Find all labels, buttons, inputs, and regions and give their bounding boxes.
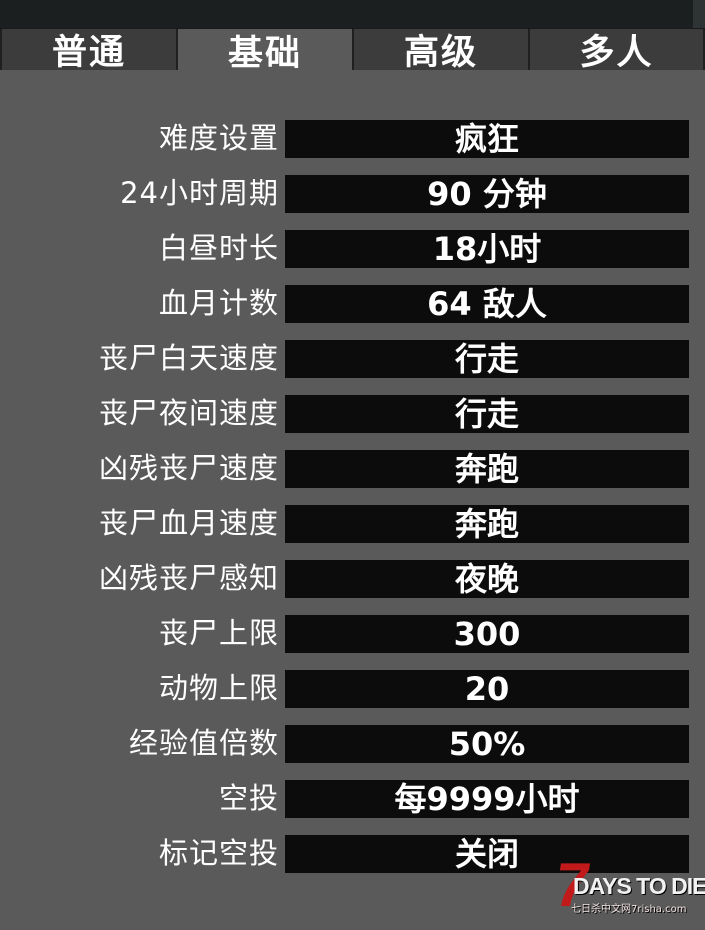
setting-value-selector[interactable]: 奔跑 (285, 505, 689, 543)
setting-row-feral-zombie-speed: 凶残丧尸速度 奔跑 (0, 448, 705, 488)
setting-row-zombie-day-speed: 丧尸白天速度 行走 (0, 338, 705, 378)
setting-row-max-animals: 动物上限 20 (0, 668, 705, 708)
setting-value-selector[interactable]: 50% (285, 725, 689, 763)
setting-row-blood-moon-speed: 丧尸血月速度 奔跑 (0, 503, 705, 543)
setting-label: 白昼时长 (158, 231, 279, 265)
setting-label: 标记空投 (158, 836, 279, 870)
setting-label: 丧尸夜间速度 (98, 396, 279, 430)
logo-site-text: 七日杀中文网7risha.com (571, 904, 687, 915)
settings-panel: 难度设置 疯狂 24小时周期 90 分钟 白昼时长 18小时 血月计数 64 敌… (0, 70, 705, 930)
setting-value-selector[interactable]: 行走 (285, 340, 689, 378)
setting-row-daylight-length: 白昼时长 18小时 (0, 228, 705, 268)
setting-value-selector[interactable]: 300 (285, 615, 689, 653)
logo-title: DAYS TO DIE (573, 873, 705, 899)
setting-label: 丧尸血月速度 (98, 506, 279, 540)
setting-row-max-zombies: 丧尸上限 300 (0, 613, 705, 653)
tab-basic[interactable]: 基础 (178, 29, 354, 74)
tab-advanced[interactable]: 高级 (354, 29, 530, 73)
setting-label: 动物上限 (158, 671, 279, 705)
setting-label: 凶残丧尸感知 (98, 561, 279, 595)
tab-multiplayer[interactable]: 多人 (530, 29, 705, 73)
tab-normal[interactable]: 普通 (0, 29, 178, 73)
setting-row-blood-moon-count: 血月计数 64 敌人 (0, 283, 705, 323)
top-bar-edge (693, 0, 705, 28)
setting-row-feral-sense: 凶残丧尸感知 夜晚 (0, 558, 705, 598)
setting-label: 经验值倍数 (128, 726, 279, 760)
setting-value-selector[interactable]: 夜晚 (285, 560, 689, 598)
setting-label: 丧尸白天速度 (98, 341, 279, 375)
setting-value-selector[interactable]: 90 分钟 (285, 175, 689, 213)
setting-value-selector[interactable]: 20 (285, 670, 689, 708)
tab-bar: 普通 基础 高级 多人 (0, 28, 705, 74)
setting-value-selector[interactable]: 64 敌人 (285, 285, 689, 323)
setting-label: 难度设置 (158, 121, 279, 155)
setting-label: 空投 (218, 781, 279, 815)
setting-label: 24小时周期 (120, 176, 279, 210)
setting-label: 凶残丧尸速度 (98, 451, 279, 485)
setting-label: 丧尸上限 (158, 616, 279, 650)
setting-row-airdrop: 空投 每9999小时 (0, 778, 705, 818)
setting-row-day-cycle: 24小时周期 90 分钟 (0, 173, 705, 213)
setting-row-xp-multiplier: 经验值倍数 50% (0, 723, 705, 763)
setting-label: 血月计数 (158, 286, 279, 320)
setting-row-difficulty: 难度设置 疯狂 (0, 118, 705, 158)
game-logo-watermark: 7 DAYS TO DIE 七日杀中文网7risha.com (550, 851, 705, 930)
setting-value-selector[interactable]: 18小时 (285, 230, 689, 268)
setting-value-selector[interactable]: 奔跑 (285, 450, 689, 488)
setting-value-selector[interactable]: 每9999小时 (285, 780, 689, 818)
setting-value-selector[interactable]: 疯狂 (285, 120, 689, 158)
setting-value-selector[interactable]: 行走 (285, 395, 689, 433)
setting-row-zombie-night-speed: 丧尸夜间速度 行走 (0, 393, 705, 433)
